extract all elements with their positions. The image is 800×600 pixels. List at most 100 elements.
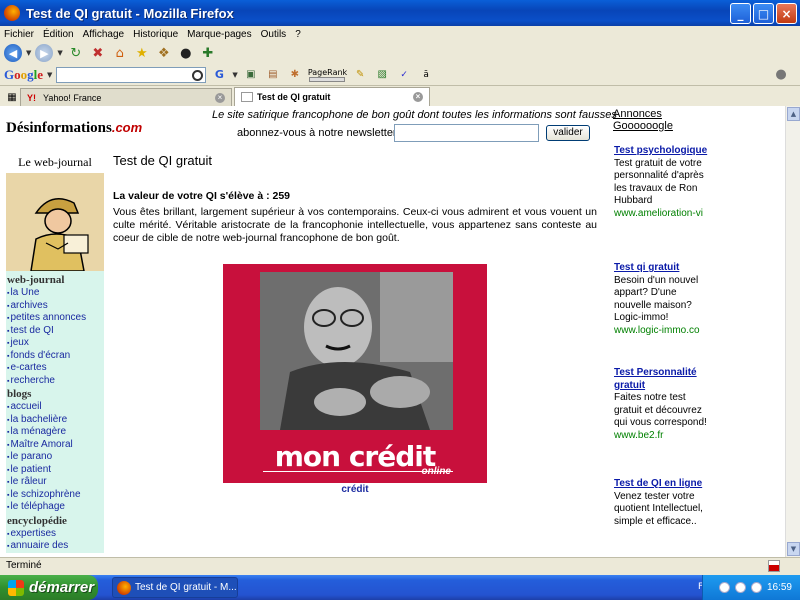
forward-dropdown-icon[interactable]: ▼ xyxy=(57,49,62,57)
menu-marque-pages[interactable]: Marque-pages xyxy=(187,29,251,40)
sidebar-item-jeux[interactable]: jeux xyxy=(6,337,104,350)
newsletter-email-field[interactable] xyxy=(394,124,539,142)
menu-affichage[interactable]: Affichage xyxy=(83,29,125,40)
logo-text: Désinformations xyxy=(6,120,112,136)
ad-block[interactable]: Test qi gratuit Besoin d'un nouvel appar… xyxy=(614,262,714,337)
menu-historique[interactable]: Historique xyxy=(133,29,178,40)
sidebar-item-la-menagere[interactable]: la ménagère xyxy=(6,426,104,439)
google-toolbar: Google ▼ G ▼ ▣ ▤ ✱ PageRank ✎ ▧ ✓ ā ● xyxy=(0,64,800,86)
ad-title[interactable]: Test Personnalité gratuit xyxy=(614,367,714,392)
newsletter-submit-button[interactable]: valider xyxy=(546,125,590,141)
sidebar-item-annuaire[interactable]: annuaire des xyxy=(6,540,104,553)
ad-title[interactable]: Test de QI en ligne xyxy=(614,478,714,491)
news-icon[interactable]: ▣ xyxy=(242,66,260,84)
sidebar-item-e-cartes[interactable]: e-cartes xyxy=(6,362,104,375)
tray-volume-icon[interactable] xyxy=(734,582,746,593)
reload-icon[interactable]: ↻ xyxy=(67,44,85,62)
back-dropdown-icon[interactable]: ▼ xyxy=(26,49,31,57)
iq-result: La valeur de votre QI s'élève à : 259 xyxy=(113,190,291,202)
menu-outils[interactable]: Outils xyxy=(261,29,287,40)
search-go-icon[interactable] xyxy=(192,69,204,81)
clock[interactable]: 16:59 xyxy=(767,582,792,593)
navigation-toolbar: ◀ ▼ ▶ ▼ ↻ ✖ ⌂ ★ ❖ ● ✚ xyxy=(0,42,800,64)
system-tray: 16:59 xyxy=(702,575,800,600)
tray-network-icon[interactable] xyxy=(718,582,730,593)
translate-icon[interactable]: ā xyxy=(417,66,435,84)
sidebar-item-recherche[interactable]: recherche xyxy=(6,375,104,388)
tab-close-icon[interactable]: × xyxy=(413,92,423,102)
tab-list-icon[interactable]: ▦ xyxy=(4,88,20,106)
ad-block[interactable]: Test Personnalité gratuit Faites notre t… xyxy=(614,367,714,442)
stop-icon[interactable]: ✖ xyxy=(89,44,107,62)
ad-body: Test gratuit de votre personnalité d'apr… xyxy=(614,157,704,207)
google-search-dropdown-icon[interactable]: ▼ xyxy=(232,71,237,79)
ad-url[interactable]: www.amelioration-vi xyxy=(614,208,714,221)
ad-block[interactable]: Test de QI en ligne Venez tester votre q… xyxy=(614,478,714,528)
start-button[interactable]: démarrer xyxy=(0,575,98,600)
sidebar-item-la-une[interactable]: la Une xyxy=(6,287,104,300)
share-icon[interactable]: ▧ xyxy=(373,66,391,84)
google-search-icon[interactable]: G xyxy=(210,66,228,84)
google-dropdown-icon[interactable]: ▼ xyxy=(47,71,52,79)
spellcheck-icon[interactable]: ✓ xyxy=(395,66,413,84)
google-search-input[interactable] xyxy=(56,66,207,83)
tab-bar: ▦ Y! Yahoo! France × Test de QI gratuit … xyxy=(0,86,800,106)
sidebar-item-accueil[interactable]: accueil xyxy=(6,401,104,414)
site-logo[interactable]: Désinformations.com xyxy=(6,120,142,137)
penguin-icon[interactable]: ● xyxy=(177,44,195,62)
status-security-icon[interactable] xyxy=(768,560,780,572)
google-settings-icon[interactable]: ● xyxy=(772,66,790,84)
ad-url[interactable]: www.be2.fr xyxy=(614,430,714,443)
sidebar-menu: web-journal la Une archives petites anno… xyxy=(6,271,104,553)
bookmark-star-icon[interactable]: ★ xyxy=(133,44,151,62)
scroll-down-icon[interactable]: ▼ xyxy=(787,542,800,556)
ad-block[interactable]: Test psychologique Test gratuit de votre… xyxy=(614,145,714,220)
sidebar-item-le-parano[interactable]: le parano xyxy=(6,451,104,464)
ads-link-annonces[interactable]: Annonces xyxy=(613,108,673,120)
tray-security-icon[interactable] xyxy=(750,582,762,593)
promo-banner[interactable]: mon crédit online xyxy=(223,264,487,483)
menu-fichier[interactable]: Fichier xyxy=(4,29,34,40)
sidebar-item-fonds-ecran[interactable]: fonds d'écran xyxy=(6,350,104,363)
sidebar-item-expertises[interactable]: expertises xyxy=(6,528,104,541)
status-bar: Terminé xyxy=(0,557,800,575)
taskbar-item-firefox[interactable]: Test de QI gratuit - M... xyxy=(112,577,238,598)
start-label: démarrer xyxy=(29,579,95,596)
sidebar-item-maitre-amoral[interactable]: Maître Amoral xyxy=(6,439,104,452)
tab-close-icon[interactable]: × xyxy=(215,92,225,103)
tab-yahoo[interactable]: Y! Yahoo! France × xyxy=(20,88,232,106)
ad-title[interactable]: Test qi gratuit xyxy=(614,262,714,275)
sidebar-item-le-telephage[interactable]: le téléphage xyxy=(6,501,104,514)
add-bookmark-icon[interactable]: ✚ xyxy=(199,44,217,62)
minimize-button[interactable]: _ xyxy=(730,3,751,24)
sidebar-item-le-schizophrene[interactable]: le schizophrène xyxy=(6,489,104,502)
home-icon[interactable]: ⌂ xyxy=(111,44,129,62)
sidebar-item-archives[interactable]: archives xyxy=(6,300,104,313)
ads-link-google[interactable]: Goooooogle xyxy=(613,120,673,132)
close-button[interactable]: × xyxy=(776,3,797,24)
sidebar-item-le-raleur[interactable]: le râleur xyxy=(6,476,104,489)
pagerank-widget[interactable]: PageRank xyxy=(308,68,347,82)
sidebar-item-le-patient[interactable]: le patient xyxy=(6,464,104,477)
menu-edition[interactable]: Édition xyxy=(43,29,74,40)
ad-title[interactable]: Test psychologique xyxy=(614,145,714,158)
back-icon[interactable]: ◀ xyxy=(4,44,22,62)
sidebar-item-petites-annonces[interactable]: petites annonces xyxy=(6,312,104,325)
maximize-button[interactable]: □ xyxy=(753,3,774,24)
vertical-scrollbar[interactable]: ▲ ▼ xyxy=(785,106,800,557)
bookmarks-icon[interactable]: ✱ xyxy=(286,66,304,84)
window-title: Test de QI gratuit - Mozilla Firefox xyxy=(26,5,234,21)
scroll-up-icon[interactable]: ▲ xyxy=(787,107,800,121)
sidebar-section-encyclopedie: encyclopédie xyxy=(7,514,67,527)
sidebar-item-test-de-qi[interactable]: test de QI xyxy=(6,325,104,338)
tab-qi-test[interactable]: Test de QI gratuit × xyxy=(234,87,430,106)
highlight-icon[interactable]: ✎ xyxy=(351,66,369,84)
sidebar-item-la-bacheliere[interactable]: la bachelière xyxy=(6,414,104,427)
promo-caption-link[interactable]: crédit xyxy=(223,484,487,495)
popup-blocker-icon[interactable]: ▤ xyxy=(264,66,282,84)
forward-icon[interactable]: ▶ xyxy=(35,44,54,62)
toolbar-extension-icon[interactable]: ❖ xyxy=(155,44,173,62)
ad-url[interactable]: www.logic-immo.co xyxy=(614,325,714,338)
menu-help[interactable]: ? xyxy=(295,29,301,40)
promo-photo xyxy=(260,272,453,430)
